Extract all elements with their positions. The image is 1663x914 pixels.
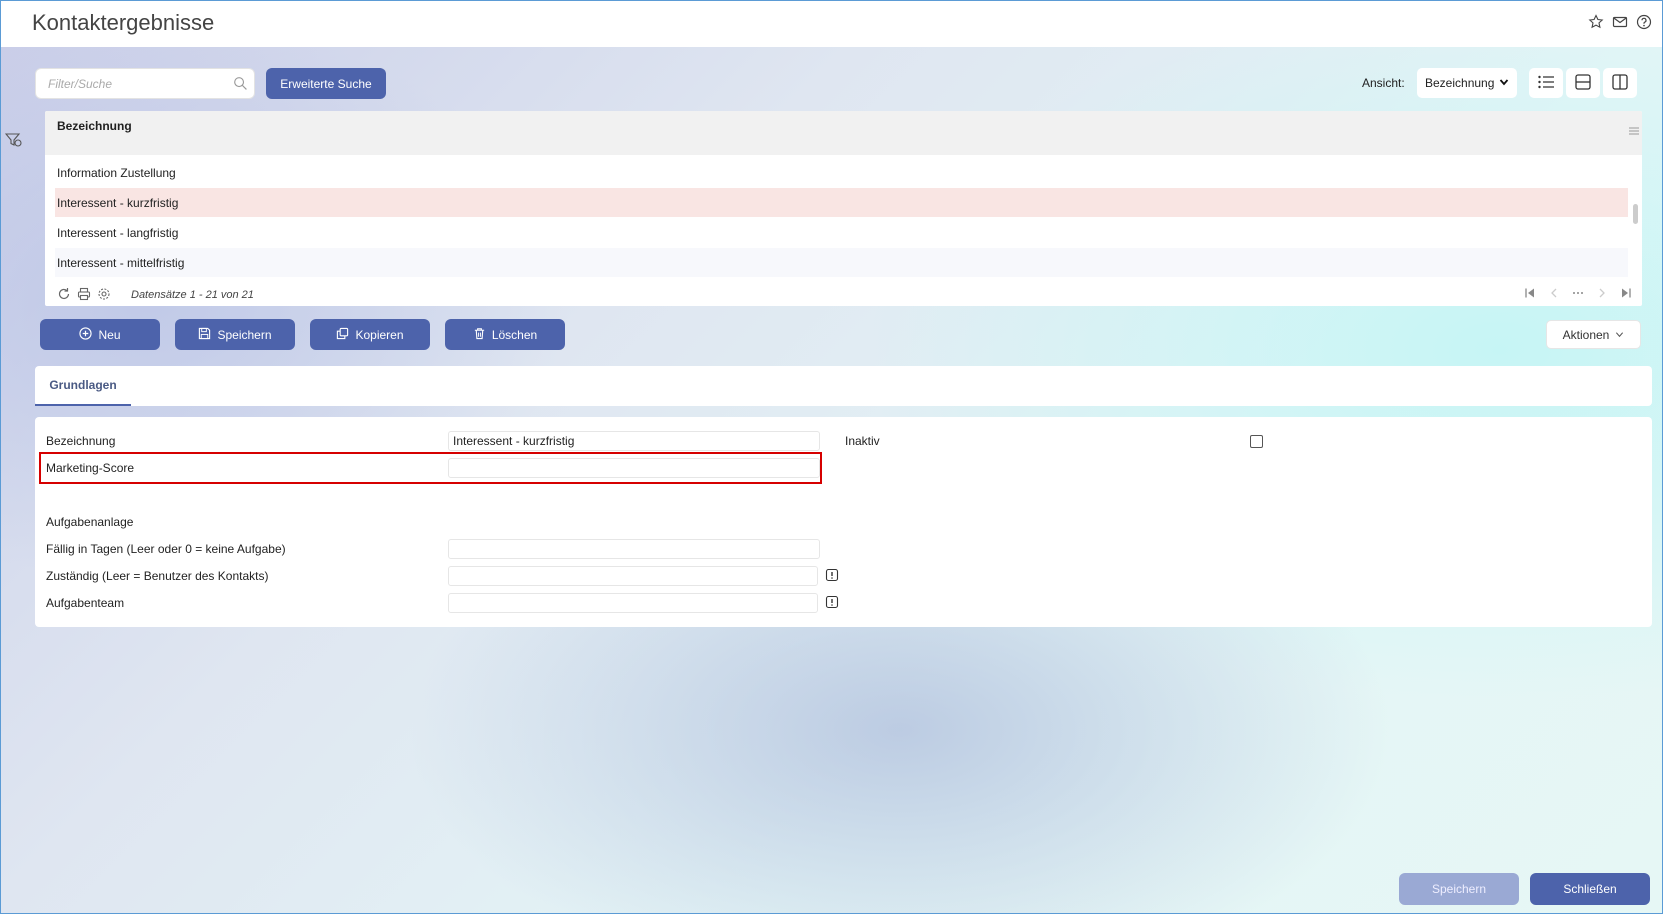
row-label: Interessent - kurzfristig xyxy=(57,195,179,210)
mail-icon[interactable] xyxy=(1612,14,1628,33)
inaktiv-label: Inaktiv xyxy=(845,434,880,448)
record-count: Datensätze 1 - 21 von 21 xyxy=(131,289,254,301)
split-vertical-icon xyxy=(1611,73,1629,94)
aufgabenteam-lookup-icon[interactable] xyxy=(825,595,839,612)
faellig-label: Fällig in Tagen (Leer oder 0 = keine Auf… xyxy=(46,542,286,556)
filter-settings-icon[interactable] xyxy=(4,132,23,151)
settings-icon[interactable] xyxy=(97,287,111,304)
inaktiv-checkbox[interactable] xyxy=(1250,435,1263,448)
table-row-selected[interactable]: Interessent - kurzfristig xyxy=(55,188,1628,217)
zustaendig-lookup-icon[interactable] xyxy=(825,568,839,585)
marketing-score-field[interactable] xyxy=(448,458,820,478)
last-page-icon[interactable] xyxy=(1620,287,1632,302)
print-icon[interactable] xyxy=(77,287,91,304)
page-title: Kontaktergebnisse xyxy=(32,10,215,35)
faellig-field[interactable] xyxy=(448,539,820,559)
list-view-button[interactable] xyxy=(1529,68,1563,98)
table-row[interactable]: Interessent - mittelfristig xyxy=(55,248,1628,277)
pager xyxy=(1524,287,1632,302)
view-select[interactable]: Bezeichnung xyxy=(1417,68,1517,98)
tab-bar: Grundlagen xyxy=(35,366,1652,406)
save-icon xyxy=(198,327,211,343)
view-label: Ansicht: xyxy=(1362,76,1405,90)
title-bar xyxy=(1,1,1662,47)
results-grid: Bezeichnung Information Zustellung Inter… xyxy=(45,111,1642,306)
split-horizontal-icon xyxy=(1574,73,1592,94)
previous-page-icon[interactable] xyxy=(1548,287,1560,302)
star-icon[interactable] xyxy=(1588,14,1604,33)
bezeichnung-field[interactable]: Interessent - kurzfristig xyxy=(448,431,820,451)
new-button[interactable]: Neu xyxy=(40,319,160,350)
chevron-down-icon xyxy=(1499,76,1509,90)
more-pages-icon[interactable] xyxy=(1572,287,1584,302)
first-page-icon[interactable] xyxy=(1524,287,1536,302)
delete-button[interactable]: Löschen xyxy=(445,319,565,350)
list-icon xyxy=(1537,74,1555,93)
table-row[interactable]: Interessent - langfristig xyxy=(55,218,1628,247)
search-input[interactable] xyxy=(36,69,216,98)
delete-button-label: Löschen xyxy=(491,327,538,342)
zustaendig-field[interactable] xyxy=(448,566,818,586)
aufgabenteam-label: Aufgabenteam xyxy=(46,596,125,610)
chevron-down-icon xyxy=(1615,328,1624,342)
trash-icon xyxy=(473,327,486,343)
tab-grundlagen[interactable]: Grundlagen xyxy=(35,366,131,406)
save-button[interactable]: Speichern xyxy=(175,319,295,350)
advanced-search-button[interactable]: Erweiterte Suche xyxy=(266,68,386,99)
column-header-bezeichnung[interactable]: Bezeichnung xyxy=(57,119,132,133)
row-label: Interessent - langfristig xyxy=(57,225,179,240)
new-button-label: Neu xyxy=(98,327,121,342)
zustaendig-label: Zuständig (Leer = Benutzer des Kontakts) xyxy=(46,569,269,583)
marketing-score-label: Marketing-Score xyxy=(46,461,135,475)
aufgabenteam-field[interactable] xyxy=(448,593,818,613)
top-icons xyxy=(1588,14,1652,33)
save-button-label: Speichern xyxy=(217,327,272,342)
bezeichnung-label: Bezeichnung xyxy=(46,434,116,448)
search-box[interactable] xyxy=(35,68,255,99)
next-page-icon[interactable] xyxy=(1596,287,1608,302)
copy-button[interactable]: Kopieren xyxy=(310,319,430,350)
row-label: Interessent - mittelfristig xyxy=(57,255,185,270)
refresh-icon[interactable] xyxy=(57,287,71,304)
row-label: Information Zustellung xyxy=(57,165,176,180)
plus-circle-icon xyxy=(79,326,93,343)
grid-footer: Datensätze 1 - 21 von 21 xyxy=(45,283,1642,306)
actions-label: Aktionen xyxy=(1562,327,1610,342)
grid-header: Bezeichnung xyxy=(45,111,1642,155)
horizontal-split-button[interactable] xyxy=(1566,68,1600,98)
table-row[interactable]: Information Zustellung xyxy=(55,158,1628,187)
column-menu-icon[interactable] xyxy=(1628,125,1640,140)
footer-save-button[interactable]: Speichern xyxy=(1399,873,1519,905)
view-select-value: Bezeichnung xyxy=(1425,76,1495,90)
copy-icon xyxy=(336,327,349,343)
help-icon[interactable] xyxy=(1636,14,1652,33)
copy-button-label: Kopieren xyxy=(355,327,404,342)
form-panel: Bezeichnung Interessent - kurzfristig In… xyxy=(35,417,1652,627)
close-button[interactable]: Schließen xyxy=(1530,873,1650,905)
search-icon[interactable] xyxy=(233,76,248,94)
actions-dropdown-button[interactable]: Aktionen xyxy=(1546,320,1641,349)
grid-scrollbar[interactable] xyxy=(1633,204,1638,224)
aufgabenanlage-heading: Aufgabenanlage xyxy=(46,515,134,529)
vertical-split-button[interactable] xyxy=(1603,68,1637,98)
